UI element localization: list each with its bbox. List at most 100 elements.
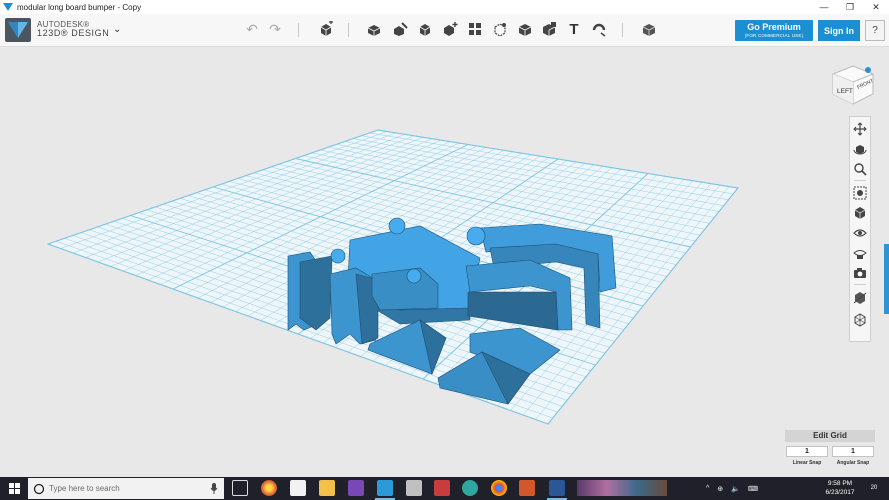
view-material-button[interactable] xyxy=(640,20,658,38)
help-button[interactable]: ? xyxy=(865,20,885,41)
firefox-icon[interactable] xyxy=(261,480,277,496)
connector-ball[interactable] xyxy=(466,226,486,246)
word-icon[interactable] xyxy=(547,480,567,500)
edit-grid-button[interactable]: Edit Grid xyxy=(785,430,875,442)
wallpaper-preview xyxy=(577,480,667,496)
modify-button[interactable] xyxy=(416,20,434,38)
taskbar-clock[interactable]: 9:58 PM 6/23/2017 xyxy=(818,479,862,497)
construct-icon xyxy=(394,22,408,36)
minimize-button[interactable]: — xyxy=(811,2,837,12)
toolbar-separator xyxy=(622,23,623,37)
measure-button[interactable] xyxy=(516,20,534,38)
solids-button[interactable] xyxy=(852,290,868,306)
nav-separator xyxy=(854,180,866,181)
construct-button[interactable] xyxy=(391,20,409,38)
restore-button[interactable]: ❐ xyxy=(837,2,863,13)
pattern-icon xyxy=(444,22,458,36)
app-teal-icon[interactable] xyxy=(462,480,478,496)
zoom-button[interactable] xyxy=(852,161,868,177)
left-clip-a-side[interactable] xyxy=(299,255,333,331)
orbit-icon xyxy=(853,145,867,155)
close-button[interactable]: ✕ xyxy=(863,2,889,13)
app-orange-icon[interactable] xyxy=(519,480,535,496)
chrome-icon[interactable] xyxy=(491,480,507,496)
modify-icon xyxy=(419,24,431,36)
clock-time: 9:58 PM xyxy=(827,480,853,487)
combine-button[interactable] xyxy=(491,20,509,38)
microphone-icon[interactable] xyxy=(210,483,218,494)
orbit-button[interactable] xyxy=(852,141,868,157)
material-view-icon xyxy=(853,250,867,259)
main-toolbar: AUTODESK® 123D® DESIGN ⌄ ↶ ↷ T Go Premiu… xyxy=(0,14,889,47)
3d-viewport[interactable]: LEFT FRONT Edit Grid 1 1 Linear Snap Ang… xyxy=(0,48,889,477)
start-button[interactable] xyxy=(0,477,28,500)
cursor-app-icon[interactable] xyxy=(348,480,364,496)
text-button[interactable]: T xyxy=(565,20,583,38)
nav-separator xyxy=(854,284,866,285)
volume-icon[interactable]: 🔈 xyxy=(731,485,740,493)
redo-icon: ↷ xyxy=(269,20,281,37)
fit-button[interactable] xyxy=(852,185,868,201)
sketch-icon xyxy=(367,25,381,36)
redo-button[interactable]: ↷ xyxy=(266,20,284,38)
connector-ball[interactable] xyxy=(330,248,346,264)
snap-button[interactable] xyxy=(590,20,608,38)
visibility-button[interactable] xyxy=(852,225,868,241)
grouping-icon xyxy=(469,23,481,35)
material-view-button[interactable] xyxy=(852,245,868,261)
text-icon: T xyxy=(569,20,579,38)
views-icon xyxy=(854,207,866,219)
connector-ball[interactable] xyxy=(406,268,422,284)
sign-in-button[interactable]: Sign In xyxy=(818,20,860,41)
store-icon[interactable] xyxy=(290,480,306,496)
grouping-button[interactable] xyxy=(466,20,484,38)
viewcube-left-label[interactable]: LEFT xyxy=(837,88,853,95)
material-button[interactable] xyxy=(540,20,558,38)
fit-icon xyxy=(853,186,867,200)
notification-center-icon[interactable]: 20 xyxy=(867,481,881,495)
view-cube[interactable]: LEFT FRONT xyxy=(827,60,877,106)
sketch-button[interactable] xyxy=(365,20,383,38)
app-window: modular long board bumper - Copy — ❐ ✕ A… xyxy=(0,0,889,500)
angular-snap-label: Angular Snap xyxy=(836,460,870,466)
linear-snap-input[interactable]: 1 xyxy=(786,446,828,457)
material-icon xyxy=(543,22,556,36)
keyboard-icon[interactable]: ⌨ xyxy=(748,485,758,493)
inkscape-icon[interactable] xyxy=(406,480,422,496)
scene-canvas[interactable] xyxy=(0,48,889,477)
go-premium-button[interactable]: Go Premium (FOR COMMERCIAL USE) xyxy=(735,20,813,41)
pan-button[interactable] xyxy=(852,121,868,137)
camera-icon xyxy=(854,268,866,278)
undo-icon: ↶ xyxy=(246,20,258,37)
undo-button[interactable]: ↶ xyxy=(243,20,261,38)
network-icon[interactable]: ⊕ xyxy=(717,485,723,493)
app-logo-icon xyxy=(3,3,13,11)
app-logo-icon[interactable] xyxy=(5,18,31,42)
task-view-icon[interactable] xyxy=(232,480,248,496)
primitives-icon xyxy=(320,21,333,36)
pattern-button[interactable] xyxy=(441,20,459,38)
app-red-icon[interactable] xyxy=(434,480,450,496)
system-tray: ^ ⊕ 🔈 ⌨ xyxy=(706,477,766,500)
connector-ball[interactable] xyxy=(388,217,406,235)
toolbar-separator xyxy=(298,23,299,37)
views-button[interactable] xyxy=(852,205,868,221)
123d-design-taskbar-icon[interactable] xyxy=(375,480,395,500)
angular-snap-input[interactable]: 1 xyxy=(832,446,874,457)
snap-icon xyxy=(592,23,606,37)
grid-panel: Edit Grid 1 1 Linear Snap Angular Snap xyxy=(785,430,875,470)
tray-up-arrow-icon[interactable]: ^ xyxy=(706,485,709,492)
file-explorer-icon[interactable] xyxy=(319,480,335,496)
side-panel-tab[interactable] xyxy=(884,244,889,314)
search-icon xyxy=(33,483,45,494)
material-view-icon xyxy=(642,24,656,36)
solids-icon xyxy=(853,292,867,304)
mesh-button[interactable] xyxy=(852,312,868,328)
windows-logo-icon xyxy=(8,483,20,494)
viewcube-home-icon[interactable] xyxy=(865,67,871,73)
windows-taskbar: Type here to search ^ ⊕ 🔈 ⌨ 9:58 PM 6/23… xyxy=(0,477,889,500)
app-menu-chevron-icon[interactable]: ⌄ xyxy=(113,24,121,35)
taskbar-search[interactable]: Type here to search xyxy=(28,478,224,499)
primitives-button[interactable] xyxy=(317,20,335,38)
camera-button[interactable] xyxy=(852,265,868,281)
